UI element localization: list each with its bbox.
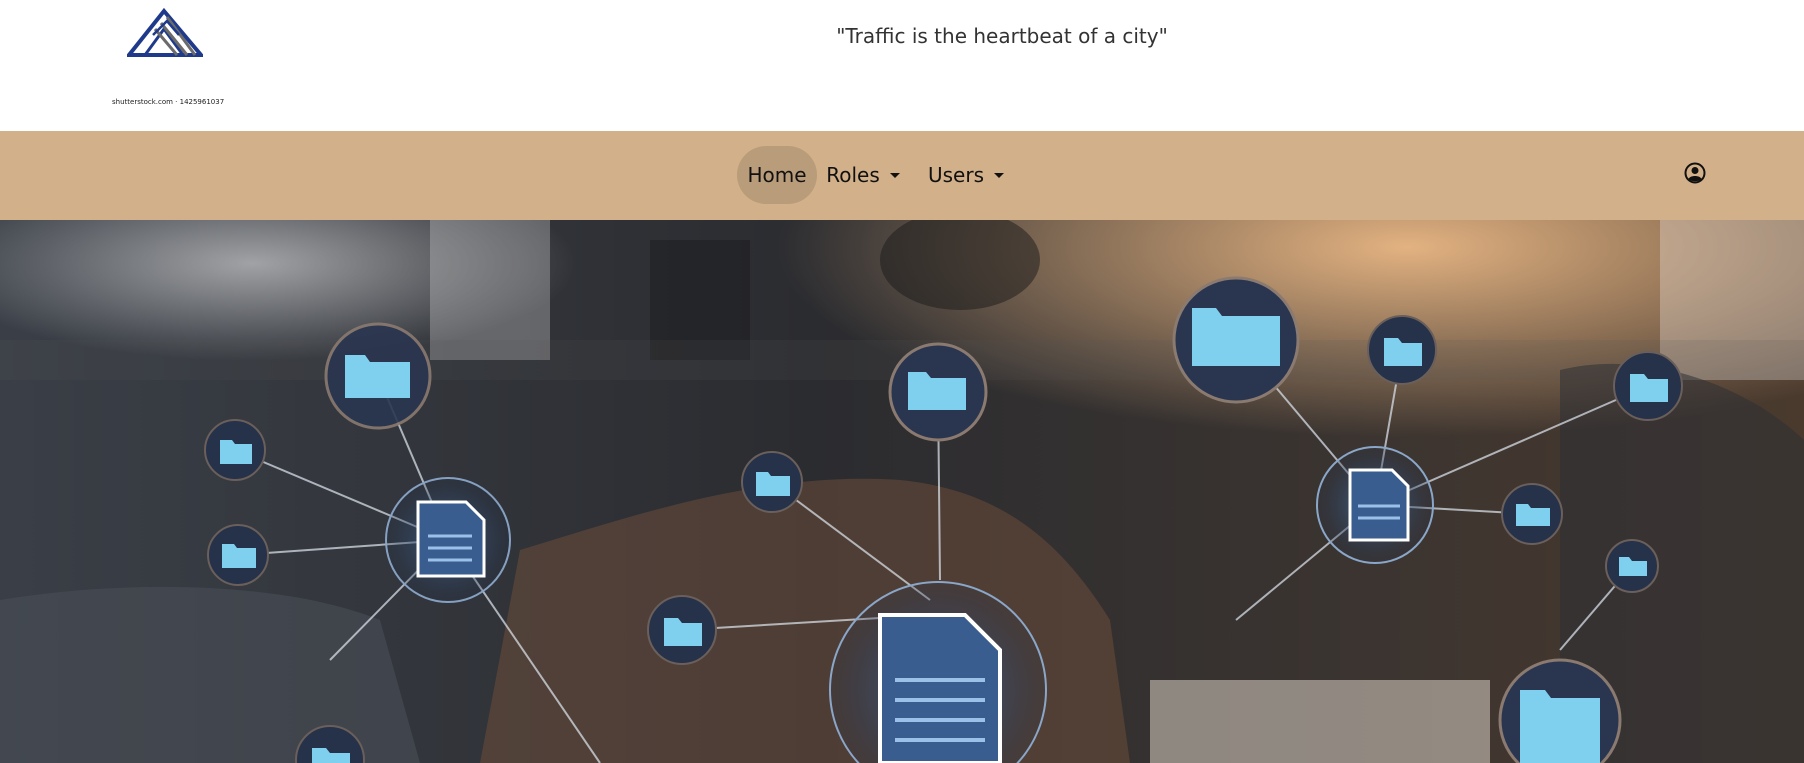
- nav-item-users-label: Users: [927, 163, 984, 187]
- folder-node: [1613, 351, 1683, 421]
- folder-node: [204, 419, 266, 481]
- page: shutterstock.com · 1425961037 "Traffic i…: [0, 0, 1804, 763]
- chevron-down-icon: [889, 172, 900, 178]
- network-document-folders-image: [0, 220, 1804, 763]
- folder-node: [1367, 315, 1437, 385]
- nav-item-roles-label: Roles: [826, 163, 880, 187]
- site-header: shutterstock.com · 1425961037 "Traffic i…: [0, 0, 1804, 131]
- main-nav: Home Roles Users: [0, 131, 1804, 220]
- folder-node: [1172, 276, 1300, 404]
- folder-node: [324, 322, 432, 430]
- folder-node: [1498, 658, 1622, 763]
- user-circle-icon[interactable]: [1684, 162, 1706, 184]
- nav-item-users[interactable]: Users: [918, 146, 1014, 204]
- hero-image: [0, 220, 1804, 763]
- folder-node: [207, 524, 269, 586]
- document-node: [385, 477, 511, 603]
- page-tagline: "Traffic is the heartbeat of a city": [836, 24, 1168, 48]
- folder-node: [741, 451, 803, 513]
- nav-item-roles[interactable]: Roles: [823, 146, 903, 204]
- logo-caption: shutterstock.com · 1425961037: [112, 98, 225, 106]
- nav-item-home[interactable]: Home: [737, 146, 817, 204]
- nav-item-home-label: Home: [747, 163, 807, 187]
- folder-node: [888, 342, 988, 442]
- folder-node: [1605, 539, 1659, 593]
- folder-node: [1501, 483, 1563, 545]
- chevron-down-icon: [994, 172, 1004, 178]
- folder-node: [647, 595, 717, 665]
- document-node: [1316, 446, 1434, 564]
